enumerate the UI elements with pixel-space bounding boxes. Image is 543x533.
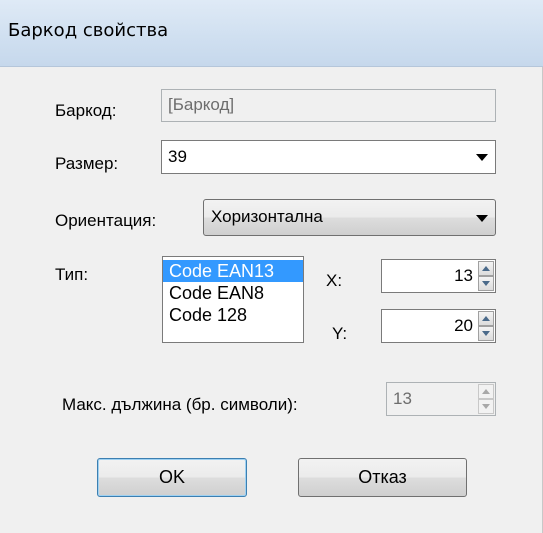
size-combobox[interactable]: 39 (161, 140, 496, 174)
max-length-label: Макс. дължина (бр. символи): (62, 395, 298, 414)
orientation-label: Ориентация: (55, 211, 157, 230)
barcode-label: Баркод: (55, 101, 117, 120)
type-option-128[interactable]: Code 128 (163, 304, 303, 326)
type-option-ean13[interactable]: Code EAN13 (163, 260, 303, 282)
size-label: Размер: (55, 154, 119, 173)
window-title: Баркод свойства (8, 20, 169, 41)
spin-down-icon[interactable] (478, 276, 494, 291)
orientation-value: Хоризонтална (211, 207, 323, 226)
spin-up-icon (478, 384, 494, 399)
x-label: X: (326, 271, 343, 290)
max-length-spinner: 13 (386, 382, 496, 416)
barcode-field: [Баркод] (161, 89, 496, 122)
chevron-down-icon[interactable] (476, 154, 488, 161)
max-length-value: 13 (393, 389, 412, 408)
type-label: Тип: (55, 265, 89, 284)
spin-up-icon[interactable] (478, 261, 494, 276)
barcode-value: [Баркод] (168, 95, 235, 114)
y-spinner[interactable]: 20 (381, 309, 496, 343)
type-option-ean8[interactable]: Code EAN8 (163, 282, 303, 304)
cancel-button[interactable]: Отказ (298, 458, 467, 497)
spin-down-icon[interactable] (478, 326, 494, 341)
title-bar[interactable]: Баркод свойства (0, 0, 543, 67)
dialog-body: Баркод: [Баркод] Размер: 39 Ориентация: … (0, 67, 543, 533)
type-listbox[interactable]: Code EAN13 Code EAN8 Code 128 (162, 256, 304, 343)
x-spinner[interactable]: 13 (381, 259, 496, 293)
y-value: 20 (454, 316, 473, 335)
chevron-down-icon[interactable] (476, 215, 488, 222)
size-value: 39 (168, 147, 187, 166)
ok-button[interactable]: OK (97, 458, 247, 497)
y-label: Y: (332, 324, 348, 343)
spin-down-icon (478, 399, 494, 414)
spin-up-icon[interactable] (478, 311, 494, 326)
orientation-dropdown[interactable]: Хоризонтална (203, 199, 496, 236)
x-value: 13 (454, 266, 473, 285)
